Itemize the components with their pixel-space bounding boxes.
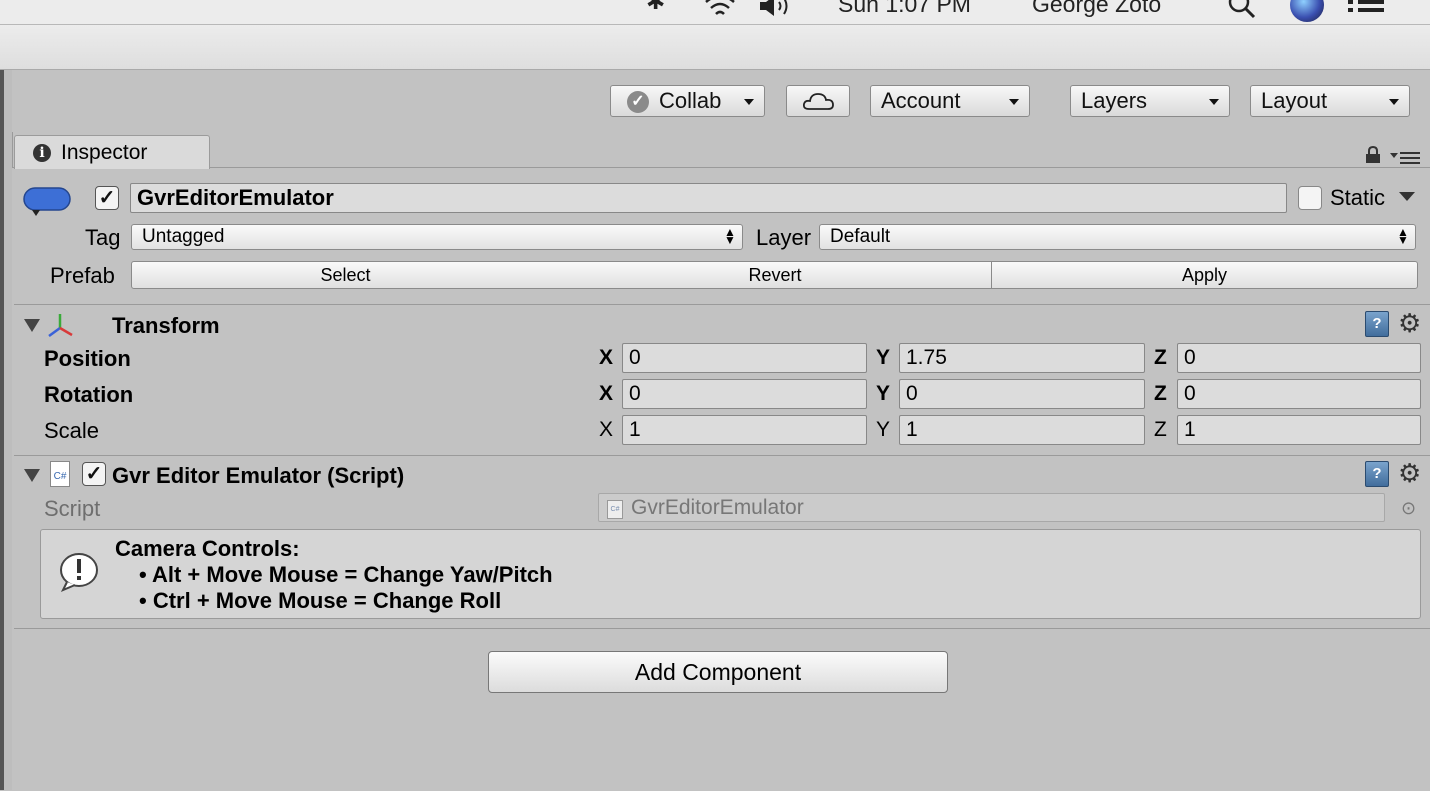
chevron-down-icon [1009,99,1019,105]
layout-dropdown[interactable]: Layout [1250,85,1410,117]
script-component-title[interactable]: Gvr Editor Emulator (Script) [112,463,404,489]
position-z-field[interactable]: 0 [1177,343,1421,373]
volume-icon[interactable] [758,0,794,18]
script-value: GvrEditorEmulator [631,496,804,519]
notification-list-icon[interactable] [1348,0,1384,14]
updown-arrows-icon: ▲ ▼ [1397,225,1409,247]
script-label: Script [44,496,101,521]
layers-dropdown[interactable]: Layers [1070,85,1230,117]
collab-label: Collab [659,88,722,113]
add-component-button[interactable]: Add Component [488,651,948,693]
gameobject-active-checkbox[interactable]: ✓ [95,186,119,210]
gear-icon[interactable]: ⚙ [1398,460,1421,486]
collab-check-icon: ✓ [627,91,649,113]
scale-y-label[interactable]: Y [876,418,890,442]
tag-dropdown[interactable]: Untagged ▲ ▼ [131,224,743,250]
chevron-down-icon [744,99,754,105]
cloud-button[interactable] [786,85,850,117]
help-book-icon[interactable]: ? [1365,461,1389,487]
siri-icon[interactable] [1290,0,1324,22]
tag-label: Tag [85,225,121,250]
help-heading: Camera Controls: [115,536,300,561]
transform-foldout-icon[interactable] [24,319,40,332]
scale-label[interactable]: Scale [44,418,99,444]
chevron-down-icon [1209,99,1219,105]
updown-arrows-icon: ▲ ▼ [724,225,736,247]
scale-y-field[interactable]: 1 [899,415,1145,445]
layout-label: Layout [1261,88,1328,113]
scale-x-field[interactable]: 1 [622,415,867,445]
prefab-revert-button[interactable]: Revert [559,261,992,289]
help-line: • Alt + Move Mouse = Change Yaw/Pitch [139,562,553,587]
rotation-x-field[interactable]: 0 [622,379,867,409]
layer-value: Default [830,226,891,247]
help-text: Camera Controls: • Alt + Move Mouse = Ch… [115,536,553,614]
scale-x-label[interactable]: X [599,418,613,442]
script-enabled-checkbox[interactable]: ✓ [82,462,106,486]
transform-axes-icon [48,314,73,338]
position-label[interactable]: Position [44,346,131,372]
help-book-icon[interactable]: ? [1365,311,1389,337]
layer-dropdown[interactable]: Default ▲ ▼ [819,224,1416,250]
rotation-z-field[interactable]: 0 [1177,379,1421,409]
gameobject-icon[interactable] [22,186,74,218]
csharp-script-icon: C# [607,500,623,519]
layers-label: Layers [1081,88,1148,113]
panel-menu-icon[interactable] [1390,150,1422,166]
prefab-label: Prefab [50,263,115,288]
script-foldout-icon[interactable] [24,469,40,482]
info-icon: i [33,144,51,162]
script-component-divider [14,455,1430,456]
scale-z-label[interactable]: Z [1154,418,1167,442]
tab-inspector[interactable]: i Inspector [14,135,210,169]
position-y-field[interactable]: 1.75 [899,343,1145,373]
gameobject-name-input[interactable]: GvrEditorEmulator [130,183,1287,213]
layer-label: Layer [756,225,812,250]
account-dropdown[interactable]: Account [870,85,1030,117]
prefab-select-button[interactable]: Select [131,261,560,289]
cloud-icon [803,93,834,110]
script-object-field: C# GvrEditorEmulator [598,493,1385,522]
components-end-divider [14,628,1430,629]
rotation-label[interactable]: Rotation [44,382,133,408]
rotation-z-label[interactable]: Z [1154,382,1167,406]
csharp-script-icon: C# [50,461,70,487]
static-checkbox[interactable] [1298,186,1322,210]
warning-info-icon [60,553,98,592]
static-dropdown-icon[interactable] [1398,191,1418,203]
position-x-field[interactable]: 0 [622,343,867,373]
position-y-label[interactable]: Y [876,346,890,370]
lock-icon[interactable] [1364,146,1382,164]
prefab-apply-button[interactable]: Apply [991,261,1418,289]
transform-divider [14,304,1430,305]
transform-title[interactable]: Transform [112,313,220,339]
collab-button[interactable]: ✓ Collab [610,85,765,117]
menu-clock[interactable]: Sun 1:07 PM [838,0,971,18]
help-line: • Ctrl + Move Mouse = Change Roll [139,588,502,613]
rotation-y-label[interactable]: Y [876,382,890,406]
position-z-label[interactable]: Z [1154,346,1167,370]
account-label: Account [881,88,961,113]
object-picker-icon: ⊙ [1401,498,1417,518]
search-icon[interactable] [1228,0,1258,20]
gear-icon[interactable]: ⚙ [1398,310,1421,336]
menu-user-name[interactable]: George Zoto [1032,0,1161,18]
rotation-y-field[interactable]: 0 [899,379,1145,409]
static-label: Static [1330,185,1386,210]
menu-bar: ✱ Sun 1:07 PM George Zoto [0,0,1430,25]
scale-z-field[interactable]: 1 [1177,415,1421,445]
tag-value: Untagged [142,226,225,247]
wifi-icon[interactable] [704,0,736,18]
chevron-down-icon [1389,99,1399,105]
window-title-bar [0,25,1430,70]
rotation-x-label[interactable]: X [599,382,613,406]
window-left-border [0,70,4,790]
bluetooth-icon[interactable]: ✱ [646,0,665,15]
help-box: Camera Controls: • Alt + Move Mouse = Ch… [40,529,1421,619]
tab-label: Inspector [61,141,148,164]
position-x-label[interactable]: X [599,346,613,370]
